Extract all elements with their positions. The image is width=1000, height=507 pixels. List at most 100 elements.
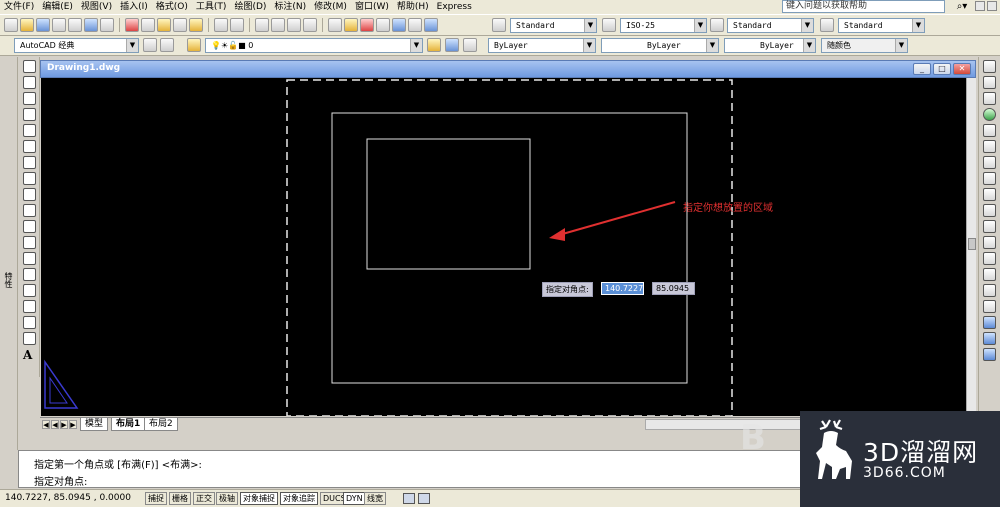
- sheet-set-icon[interactable]: [376, 18, 390, 32]
- text-style-select[interactable]: Standard ▼: [510, 18, 597, 33]
- lineweight-toggle[interactable]: 线宽: [364, 492, 386, 505]
- tab-layout1[interactable]: 布局1: [111, 418, 146, 431]
- block-editor-icon[interactable]: [189, 18, 203, 32]
- fillet-icon[interactable]: [983, 284, 996, 297]
- grid-toggle[interactable]: 栅格: [169, 492, 191, 505]
- plotstyle-select[interactable]: 随颜色 ▼: [821, 38, 908, 53]
- customize-icon[interactable]: [160, 38, 174, 52]
- layer-manager-icon[interactable]: [187, 38, 201, 52]
- text-style-icon[interactable]: [492, 18, 506, 32]
- scale-icon[interactable]: [983, 172, 996, 185]
- app-minimize-button[interactable]: [975, 1, 985, 11]
- drawing-canvas[interactable]: 指定你想放置的区域 指定对角点: 140.7227 85.0945: [41, 78, 966, 416]
- workspace-select[interactable]: AutoCAD 经典 ▼: [14, 38, 139, 53]
- table-style-icon[interactable]: [710, 18, 724, 32]
- close-button[interactable]: ✕: [953, 63, 971, 75]
- markup-icon[interactable]: [392, 18, 406, 32]
- tab-model[interactable]: 模型: [80, 418, 109, 431]
- trim-icon[interactable]: [983, 204, 996, 217]
- help-search-input[interactable]: 键入问题以获取帮助: [782, 0, 945, 13]
- menu-draw[interactable]: 绘图(D): [230, 0, 270, 14]
- properties-palette-strip[interactable]: 特性: [0, 57, 18, 450]
- lineweight-select[interactable]: ByLayer ▼: [724, 38, 816, 53]
- restore-button[interactable]: □: [933, 63, 951, 75]
- linetype-select[interactable]: ByLayer ▼: [601, 38, 719, 53]
- paper-space-icon[interactable]: [403, 493, 415, 504]
- dynamic-input-y[interactable]: 85.0945: [652, 282, 695, 295]
- send-to-back-icon[interactable]: [983, 348, 996, 361]
- design-center-icon[interactable]: [344, 18, 358, 32]
- calculator-icon[interactable]: [408, 18, 422, 32]
- make-current-layer-icon[interactable]: [427, 38, 441, 52]
- ellipse-arc-icon[interactable]: [23, 220, 36, 233]
- menu-view[interactable]: 视图(V): [77, 0, 116, 14]
- snap-toggle[interactable]: 捕捉: [145, 492, 167, 505]
- break-icon[interactable]: [983, 236, 996, 249]
- menu-window[interactable]: 窗口(W): [351, 0, 393, 14]
- command-prompt-line[interactable]: 指定对角点:: [34, 473, 87, 488]
- match-properties-icon[interactable]: [173, 18, 187, 32]
- ortho-toggle[interactable]: 正交: [193, 492, 215, 505]
- cut-icon[interactable]: [125, 18, 139, 32]
- vertical-scrollbar[interactable]: [966, 78, 976, 416]
- next-tab-icon[interactable]: ▶: [60, 420, 68, 429]
- otrack-toggle[interactable]: 对象追踪: [280, 492, 318, 505]
- move-icon[interactable]: [983, 140, 996, 153]
- tab-layout2[interactable]: 布局2: [144, 418, 178, 431]
- insert-block-icon[interactable]: [23, 236, 36, 249]
- color-select[interactable]: ByLayer ▼: [488, 38, 596, 53]
- menu-insert[interactable]: 插入(I): [116, 0, 152, 14]
- polar-toggle[interactable]: 极轴: [216, 492, 238, 505]
- osnap-toggle[interactable]: 对象捕捉: [240, 492, 278, 505]
- multileader-style-select[interactable]: Standard ▼: [838, 18, 925, 33]
- undo-icon[interactable]: [214, 18, 228, 32]
- dyn-toggle[interactable]: DYN: [343, 492, 366, 505]
- redo-icon[interactable]: [230, 18, 244, 32]
- maximize-viewport-icon[interactable]: [418, 493, 430, 504]
- zoom-window-icon[interactable]: [287, 18, 301, 32]
- multileader-style-icon[interactable]: [820, 18, 834, 32]
- copy-object-icon[interactable]: [983, 76, 996, 89]
- first-tab-icon[interactable]: ◀: [42, 420, 50, 429]
- last-tab-icon[interactable]: ▶: [69, 420, 77, 429]
- zoom-previous-icon[interactable]: [303, 18, 317, 32]
- menu-help[interactable]: 帮助(H): [393, 0, 433, 14]
- rotate-icon[interactable]: [983, 156, 996, 169]
- minimize-button[interactable]: _: [913, 63, 931, 75]
- offset-icon[interactable]: [983, 108, 996, 121]
- explode-icon[interactable]: [983, 300, 996, 313]
- construction-line-icon[interactable]: [23, 76, 36, 89]
- gradient-icon[interactable]: [23, 300, 36, 313]
- drawing-titlebar[interactable]: Drawing1.dwg _ □ ✕: [40, 60, 976, 78]
- zoom-realtime-icon[interactable]: [271, 18, 285, 32]
- bring-to-front-icon[interactable]: [983, 332, 996, 345]
- menu-edit[interactable]: 编辑(E): [38, 0, 77, 14]
- hatch-icon[interactable]: [23, 284, 36, 297]
- ellipse-icon[interactable]: [23, 204, 36, 217]
- save-icon[interactable]: [36, 18, 50, 32]
- pan-icon[interactable]: [255, 18, 269, 32]
- layer-previous-icon[interactable]: [445, 38, 459, 52]
- draw-order-icon[interactable]: [983, 316, 996, 329]
- join-icon[interactable]: [983, 252, 996, 265]
- layer-select[interactable]: 💡☀🔓■ 0 ▼: [205, 38, 423, 53]
- open-icon[interactable]: [20, 18, 34, 32]
- revision-cloud-icon[interactable]: [23, 172, 36, 185]
- new-icon[interactable]: [4, 18, 18, 32]
- erase-icon[interactable]: [983, 60, 996, 73]
- menu-file[interactable]: 文件(F): [0, 0, 38, 14]
- layer-states-icon[interactable]: [463, 38, 477, 52]
- arc-icon[interactable]: [23, 140, 36, 153]
- help-icon[interactable]: [424, 18, 438, 32]
- mtext-icon[interactable]: A: [23, 348, 39, 362]
- mirror-icon[interactable]: [983, 92, 996, 105]
- publish-icon[interactable]: [84, 18, 98, 32]
- chamfer-icon[interactable]: [983, 268, 996, 281]
- stretch-icon[interactable]: [983, 188, 996, 201]
- rectangle-icon[interactable]: [23, 124, 36, 137]
- plot-icon[interactable]: [52, 18, 66, 32]
- copy-icon[interactable]: [141, 18, 155, 32]
- paste-icon[interactable]: [157, 18, 171, 32]
- preview-icon[interactable]: [68, 18, 82, 32]
- dim-style-select[interactable]: ISO-25 ▼: [620, 18, 707, 33]
